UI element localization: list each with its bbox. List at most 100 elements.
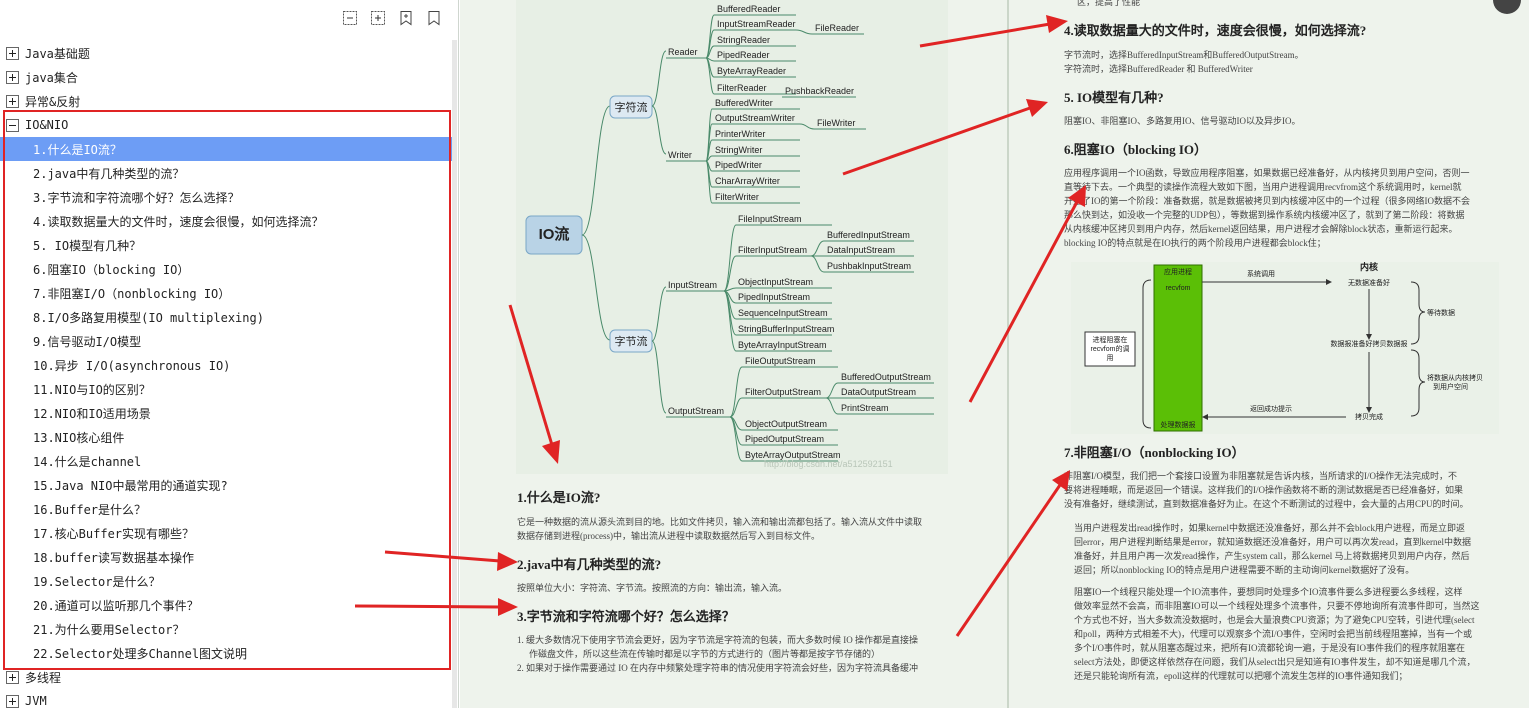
expand-icon[interactable]	[6, 46, 19, 60]
diagram-process-data: 处理数据报	[1161, 420, 1196, 429]
q5-body: 阻塞IO、非阻塞IO、多路复用IO、信号驱动IO以及异步IO。	[1064, 116, 1301, 126]
text-line: 返回；所以nonblocking IO的特点是用户进程需要不断的主动询问kern…	[1074, 565, 1415, 575]
mindmap-byte-stream: 字节流	[615, 334, 648, 348]
text-line: 多个I/O事件时，就从阻塞态醒过来，把所有IO流都轮询一遍，于是没有IO事件我们…	[1074, 643, 1465, 653]
text-line: 准备好，并且用户再一次发read操作，产生system call，那么kerne…	[1074, 551, 1470, 561]
q3-item: 1. 缓大多数情况下使用字节流会更好，因为字节流是字符流的包装，而大多数时候 I…	[517, 635, 918, 645]
mindmap-label: BufferedOutputStream	[841, 372, 931, 382]
mindmap-branch	[825, 382, 839, 399]
q3-title: 3.字节流和字符流哪个好？怎么选择？	[517, 609, 735, 624]
mindmap-branch	[651, 340, 667, 414]
sidebar-subitem[interactable]: 12.NIO和IO适用场景	[0, 401, 452, 425]
q1-body: 它是一种数据的流从源头流到目的地。比如文件拷贝，输入流和输出流都包括了。输入流从…	[517, 515, 987, 543]
diagram-no-data: 无数据准备好	[1348, 278, 1390, 287]
q7-para-2: 当用户进程发出read操作时，如果kernel中数据还没准备好，那么并不会blo…	[1064, 521, 1519, 577]
sidebar-subitem[interactable]: 14.什么是channel	[0, 449, 452, 473]
text-line: 应用程序调用一个IO函数，导致应用程序阻塞，如果数据已经准备好，从内核拷贝到用户…	[1064, 168, 1470, 178]
sidebar-item-label: 多线程	[25, 670, 62, 685]
q4-title: 4.读取数据量大的文件时，速度会很慢，如何选择流?	[1064, 23, 1367, 38]
text-line: 和poll，两种方式相差不大)，代理可以观察多个流I/O事件，空闲时会把当前线程…	[1074, 629, 1472, 639]
sidebar-subitem[interactable]: 18.buffer读写数据基本操作	[0, 545, 452, 569]
sidebar-subitem[interactable]: 21.为什么要用Selector？	[0, 617, 452, 641]
sidebar-subitem[interactable]: 1.什么是IO流？	[0, 137, 452, 161]
diagram-kernel: 内核	[1360, 262, 1378, 272]
bookmark-sidebar: Java基础题 java集合异常&反射 IO&NIO 1.什么是IO流？ 2.java中…	[0, 0, 459, 708]
sidebar-subitem[interactable]: 19.Selector是什么？	[0, 569, 452, 593]
mindmap-label: InputStreamReader	[717, 19, 796, 29]
sidebar-item[interactable]: IO&NIO	[0, 113, 452, 137]
sidebar-subitem[interactable]: 3.字节流和字符流哪个好？怎么选择？	[0, 185, 452, 209]
bookmark-icon[interactable]	[424, 8, 444, 28]
sidebar-item[interactable]: Java基础题	[0, 41, 452, 65]
sidebar-scrollbar[interactable]	[452, 40, 457, 708]
sidebar-subitem[interactable]: 8.I/O多路复用模型(IO multiplexing)	[0, 305, 452, 329]
mindmap-label: ByteArrayInputStream	[738, 340, 827, 350]
q2-body: 按照单位大小：字符流、字节流。按照流的方向：输出流，输入流。	[517, 583, 788, 593]
mindmap-branch	[581, 105, 611, 236]
sidebar-subitem[interactable]: 11.NIO与IO的区别？	[0, 377, 452, 401]
q3-body: 1. 缓大多数情况下使用字节流会更好，因为字节流是字符流的包装，而大多数时候 I…	[517, 633, 997, 675]
mindmap-label: FileOutputStream	[745, 356, 816, 366]
mindmap-branch	[825, 397, 839, 415]
collapse-icon[interactable]	[6, 118, 19, 132]
collapse-all-icon[interactable]	[340, 8, 360, 28]
q7-para-3: 阻塞IO一个线程只能处理一个IO流事件，要想同时处理多个IO流事件要么多进程要么…	[1064, 585, 1519, 683]
sidebar-item[interactable]: 异常&反射	[0, 89, 452, 113]
expand-icon[interactable]	[6, 94, 19, 108]
sidebar-subitem[interactable]: 13.NIO核心组件	[0, 425, 452, 449]
sidebar-subitem[interactable]: 15.Java NIO中最常用的通道实现?	[0, 473, 452, 497]
sidebar-item[interactable]: java集合	[0, 65, 452, 89]
bookmark-tree: Java基础题 java集合异常&反射 IO&NIO 1.什么是IO流？ 2.java中…	[0, 41, 452, 708]
mindmap-label: ObjectOutputStream	[745, 419, 827, 429]
sidebar-item-label: JVM	[25, 694, 47, 708]
mindmap-label: CharArrayWriter	[715, 176, 780, 186]
mindmap-label: PipedWriter	[715, 160, 762, 170]
mindmap-label: PrintStream	[841, 403, 889, 413]
expand-icon[interactable]	[6, 670, 19, 684]
mindmap-branch	[651, 50, 667, 107]
mindmap-branch	[723, 290, 737, 352]
sidebar-item-label: java集合	[25, 70, 78, 85]
mindmap-input-stream: InputStream	[668, 280, 717, 290]
text-line: 做效率显然不会高，而非阻塞IO可以一个线程处理多个流事件，只要不停地询所有流事件…	[1074, 601, 1480, 611]
expand-icon[interactable]	[6, 70, 19, 84]
sidebar-subitem[interactable]: 5. IO模型有几种？	[0, 233, 452, 257]
q6-body: 应用程序调用一个IO函数，导致应用程序阻塞，如果数据已经准备好，从内核拷贝到用户…	[1064, 166, 1519, 250]
text-line: 个方式也不好，当大多数流没数据时，也是会大量浪费CPU资源；为了避免CPU空转，…	[1074, 615, 1475, 625]
document-view[interactable]: IO流 字符流 字节流 Reader Writer BufferedReader Input…	[460, 0, 1529, 708]
sidebar-subitem[interactable]: 4.读取数据量大的文件时，速度会很慢，如何选择流？	[0, 209, 452, 233]
bookmark-add-icon[interactable]	[396, 8, 416, 28]
text-line: 要将进程睡眠，而是返回一个错误。这样我们的I/O操作函数将不断的测试数据是否已经…	[1064, 485, 1463, 495]
diagram-data-ready: 数据报准备好拷贝数据报	[1331, 339, 1408, 348]
scroll-top-button[interactable]	[1493, 0, 1521, 14]
sidebar-item-label: IO&NIO	[25, 118, 69, 132]
sidebar-subitem[interactable]: 6.阻塞IO（blocking IO）	[0, 257, 452, 281]
mindmap-branch	[810, 255, 825, 273]
sidebar-item-label: Java基础题	[25, 46, 90, 61]
sidebar-subitem[interactable]: 7.非阻塞I/O（nonblocking IO）	[0, 281, 452, 305]
sidebar-item[interactable]: 多线程	[0, 665, 452, 689]
text-line: 从内核缓冲区拷贝到用户内存，然后kernel返回结果，用户进程才会解除block…	[1064, 224, 1458, 234]
mindmap-label: PipedInputStream	[738, 292, 810, 302]
sidebar-subitem[interactable]: 2.java中有几种类型的流？	[0, 161, 452, 185]
sidebar-subitem[interactable]: 20.通道可以监听那几个事件？	[0, 593, 452, 617]
mindmap-label: BufferedWriter	[715, 98, 773, 108]
sidebar-toolbar	[340, 8, 444, 28]
sidebar-subitem[interactable]: 22.Selector处理多Channel图文说明	[0, 641, 452, 665]
mindmap-branch	[799, 123, 815, 130]
sidebar-item[interactable]: JVM	[0, 689, 452, 708]
q2-title: 2.java中有几种类型的流?	[517, 557, 662, 572]
mindmap-branch	[651, 286, 667, 342]
sidebar-subitem[interactable]: 16.Buffer是什么？	[0, 497, 452, 521]
sidebar-subitem[interactable]: 10.异步 I/O(asynchronous IO)	[0, 353, 452, 377]
expand-all-icon[interactable]	[368, 8, 388, 28]
io-stream-mindmap: IO流 字符流 字节流 Reader Writer BufferedReader Input…	[516, 0, 948, 474]
mindmap-branch	[651, 105, 667, 155]
diagram-blocked-2: recvfom的调	[1091, 344, 1130, 353]
sidebar-subitem[interactable]: 17.核心Buffer实现有哪些？	[0, 521, 452, 545]
q4-body-line: 字符流时，选择BufferedReader 和 BufferedWriter	[1064, 64, 1253, 74]
page-left: IO流 字符流 字节流 Reader Writer BufferedReader Input…	[460, 0, 1007, 708]
sidebar-subitem[interactable]: 9.信号驱动I/O模型	[0, 329, 452, 353]
expand-icon[interactable]	[6, 694, 19, 708]
text-line: 直等待下去。一个典型的读操作流程大致如下图，当用户进程调用recvfrom这个系…	[1064, 182, 1462, 192]
